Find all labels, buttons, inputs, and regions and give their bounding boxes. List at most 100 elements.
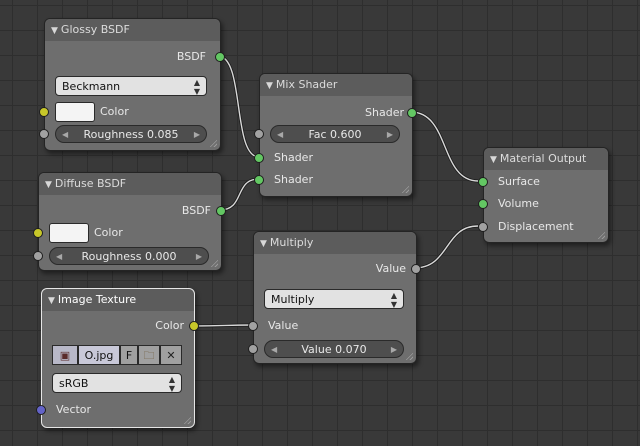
mix-shader-input2-label: Shader: [274, 173, 313, 186]
decrement-arrow-icon[interactable]: ◀: [56, 248, 62, 266]
multiply-output-socket[interactable]: [411, 264, 421, 274]
collapse-arrow-icon[interactable]: ▼: [266, 81, 273, 91]
diffuse-bsdf-title: Diffuse BSDF: [54, 177, 127, 190]
decrement-arrow-icon[interactable]: ◀: [271, 341, 277, 359]
link-diffuse-to-mix: [219, 178, 260, 211]
image-texture-header[interactable]: ▼ Image Texture: [42, 289, 194, 311]
resize-handle-icon[interactable]: [405, 352, 413, 360]
diffuse-bsdf-header[interactable]: ▼ Diffuse BSDF: [39, 173, 221, 195]
glossy-color-socket[interactable]: [39, 107, 49, 117]
diffuse-color-socket[interactable]: [33, 228, 43, 238]
displacement-label: Displacement: [498, 220, 574, 233]
mix-fac-slider[interactable]: ◀ Fac 0.600 ▶: [270, 125, 400, 143]
glossy-distribution-dropdown[interactable]: Beckmann ▲ ▼: [55, 76, 207, 96]
glossy-bsdf-output-socket[interactable]: [215, 52, 225, 62]
vector-label: Vector: [56, 403, 92, 416]
multiply-operation-value: Multiply: [271, 293, 315, 306]
mix-fac-value: Fac 0.600: [308, 128, 362, 141]
collapse-arrow-icon[interactable]: ▼: [51, 26, 58, 36]
resize-handle-icon[interactable]: [401, 185, 409, 193]
folder-icon: 🗀: [143, 349, 155, 362]
image-filename: O.jpg: [84, 349, 114, 362]
material-output-header[interactable]: ▼ Material Output: [484, 148, 608, 170]
glossy-roughness-socket[interactable]: [39, 129, 49, 139]
glossy-bsdf-node[interactable]: ▼ Glossy BSDF BSDF Beckmann ▲ ▼ Color ◀ Roug…: [39, 18, 225, 151]
image-browse-button[interactable]: ▣: [52, 345, 78, 365]
multiply-node[interactable]: ▼ Multiply Value Multiply ▲ ▼ Value ◀ Value …: [248, 231, 421, 364]
resize-handle-icon[interactable]: [183, 416, 191, 424]
collapse-arrow-icon[interactable]: ▼: [45, 180, 52, 190]
diffuse-color-swatch[interactable]: [49, 223, 89, 243]
volume-socket[interactable]: [478, 199, 488, 209]
mix-shader-input1-label: Shader: [274, 151, 313, 164]
increment-arrow-icon[interactable]: ▶: [194, 126, 200, 144]
mix-shader-title: Mix Shader: [275, 78, 338, 91]
multiply-input2-value: Value 0.070: [301, 343, 367, 356]
color-space-dropdown[interactable]: sRGB ▲ ▼: [52, 373, 182, 393]
multiply-value-slider[interactable]: ◀ Value 0.070 ▶: [264, 340, 404, 358]
glossy-color-swatch[interactable]: [55, 102, 95, 122]
open-image-button[interactable]: 🗀: [138, 345, 160, 365]
mix-shader-input2-socket[interactable]: [254, 175, 264, 185]
glossy-roughness-value: Roughness 0.085: [83, 128, 179, 141]
surface-socket[interactable]: [478, 177, 488, 187]
multiply-input1-label: Value: [268, 319, 299, 332]
diffuse-bsdf-output-socket[interactable]: [216, 206, 226, 216]
fake-user-label: F: [125, 349, 133, 362]
increment-arrow-icon[interactable]: ▶: [196, 248, 202, 266]
mix-shader-header[interactable]: ▼ Mix Shader: [260, 74, 412, 96]
multiply-operation-dropdown[interactable]: Multiply ▲ ▼: [264, 289, 404, 309]
collapse-arrow-icon[interactable]: ▼: [48, 296, 55, 306]
glossy-bsdf-header[interactable]: ▼ Glossy BSDF: [45, 19, 220, 41]
dropdown-arrows-icon: ▲ ▼: [193, 78, 200, 96]
fake-user-button[interactable]: F: [120, 345, 138, 365]
multiply-input2-socket[interactable]: [248, 344, 258, 354]
unlink-image-button[interactable]: ✕: [160, 345, 182, 365]
displacement-socket[interactable]: [478, 222, 488, 232]
dropdown-arrows-icon: ▲ ▼: [390, 291, 397, 309]
decrement-arrow-icon[interactable]: ◀: [277, 126, 283, 144]
color-space-value: sRGB: [59, 377, 89, 390]
link-mix-to-surface: [410, 111, 479, 182]
glossy-color-label: Color: [100, 105, 129, 118]
multiply-output-label: Value: [375, 262, 406, 275]
image-icon: ▣: [59, 349, 71, 362]
image-filename-field[interactable]: O.jpg: [78, 345, 120, 365]
diffuse-bsdf-node[interactable]: ▼ Diffuse BSDF BSDF Color ◀ Roughness 0.00…: [33, 172, 226, 271]
glossy-bsdf-title: Glossy BSDF: [60, 23, 130, 36]
resize-handle-icon[interactable]: [209, 139, 217, 147]
collapse-arrow-icon[interactable]: ▼: [260, 239, 267, 249]
multiply-header[interactable]: ▼ Multiply: [254, 232, 416, 254]
resize-handle-icon[interactable]: [597, 231, 605, 239]
diffuse-color-label: Color: [94, 226, 123, 239]
increment-arrow-icon[interactable]: ▶: [387, 126, 393, 144]
material-output-title: Material Output: [499, 152, 587, 165]
glossy-distribution-value: Beckmann: [62, 80, 121, 93]
link-multiply-to-displacement: [413, 225, 479, 269]
collapse-arrow-icon[interactable]: ▼: [490, 155, 497, 165]
glossy-roughness-slider[interactable]: ◀ Roughness 0.085 ▶: [55, 125, 207, 143]
material-output-node[interactable]: ▼ Material Output Surface Volume Displace…: [478, 147, 609, 243]
vector-socket[interactable]: [36, 405, 46, 415]
volume-label: Volume: [498, 197, 539, 210]
mix-shader-node[interactable]: ▼ Mix Shader Shader ◀ Fac 0.600 ▶ Shader Sh…: [254, 73, 417, 197]
image-texture-output-socket[interactable]: [189, 321, 199, 331]
dropdown-arrows-icon: ▲ ▼: [168, 375, 175, 393]
diffuse-roughness-socket[interactable]: [33, 251, 43, 261]
mix-shader-input1-socket[interactable]: [254, 153, 264, 163]
decrement-arrow-icon[interactable]: ◀: [62, 126, 68, 144]
resize-handle-icon[interactable]: [210, 259, 218, 267]
multiply-input1-socket[interactable]: [248, 321, 258, 331]
mix-fac-socket[interactable]: [254, 129, 264, 139]
image-texture-title: Image Texture: [57, 293, 137, 306]
increment-arrow-icon[interactable]: ▶: [391, 341, 397, 359]
diffuse-bsdf-output-label: BSDF: [181, 204, 211, 217]
link-glossy-to-mix: [217, 55, 260, 158]
diffuse-roughness-slider[interactable]: ◀ Roughness 0.000 ▶: [49, 247, 209, 265]
close-icon: ✕: [166, 349, 176, 362]
glossy-bsdf-output-label: BSDF: [176, 50, 206, 63]
surface-label: Surface: [498, 175, 540, 188]
multiply-title: Multiply: [269, 236, 314, 249]
mix-shader-output-socket[interactable]: [407, 108, 417, 118]
image-texture-node[interactable]: ▼ Image Texture Color ▣ O.jpg F 🗀 ✕ sRGB ▲…: [36, 288, 199, 428]
